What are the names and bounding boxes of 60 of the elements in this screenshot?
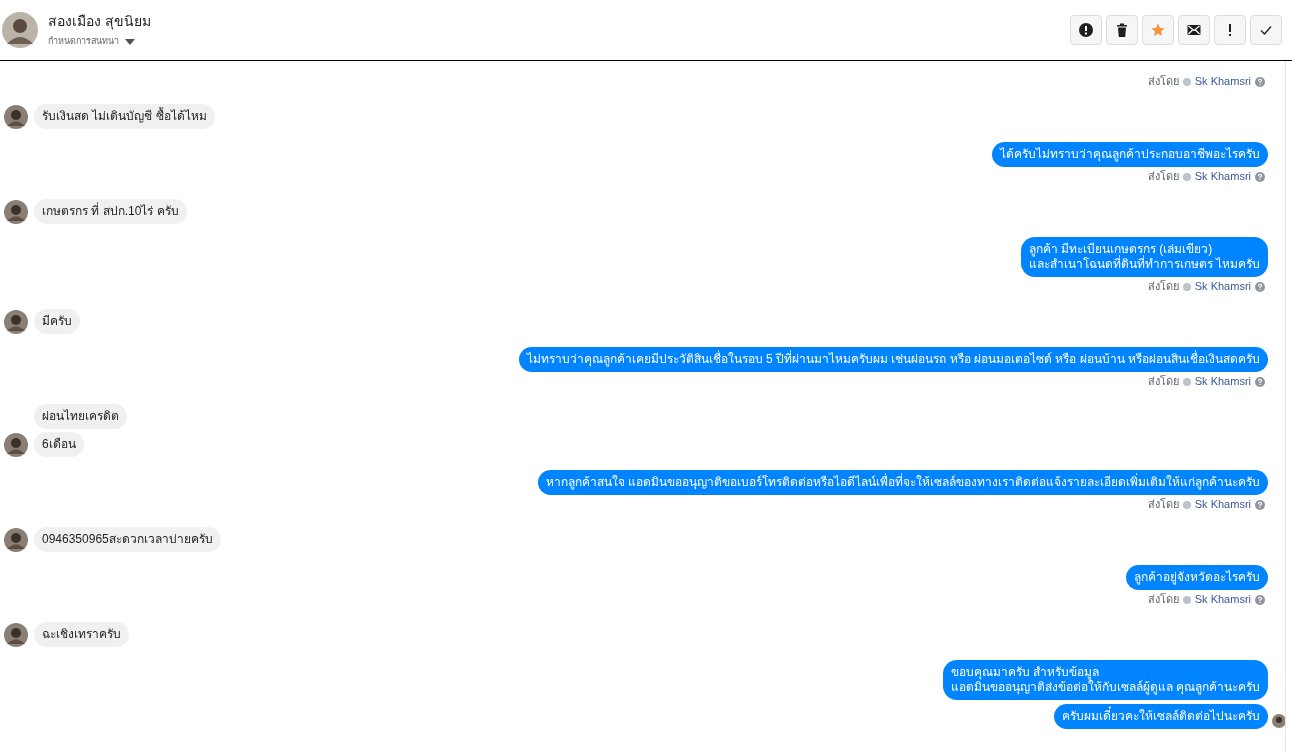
sent-by-label: ส่งโดย bbox=[1147, 75, 1179, 88]
seen-avatar bbox=[1272, 714, 1286, 728]
avatar bbox=[2, 12, 38, 48]
status-icon bbox=[1182, 282, 1191, 291]
message-bubble: ขอบคุณมาครับ สำหรับข้อมูล แอดมินขออนุญาติส่งข้อต่อให้กับเซลล์ผู้ดูแล คุณลูกค้านะครับ bbox=[942, 660, 1268, 700]
avatar bbox=[4, 623, 28, 647]
status-icon bbox=[1182, 500, 1191, 509]
check-icon bbox=[1259, 23, 1273, 37]
avatar bbox=[4, 528, 28, 552]
help-icon[interactable] bbox=[1255, 171, 1265, 182]
status-icon bbox=[1182, 172, 1191, 181]
help-icon[interactable] bbox=[1255, 376, 1265, 387]
alert-button[interactable] bbox=[1070, 15, 1102, 45]
trash-icon bbox=[1115, 23, 1129, 37]
message-bubble: ผ่อนไทยเครดิต bbox=[34, 404, 127, 429]
mail-button[interactable] bbox=[1178, 15, 1210, 45]
conversation-menu[interactable]: กำหนดการสนทนา bbox=[48, 35, 151, 49]
help-icon[interactable] bbox=[1255, 594, 1265, 605]
message-bubble: ลูกค้า มีทะเบียนเกษตรกร (เล่มเขียว) และสำเนาโฉนดที่ดินที่ทำการเกษตร ไหมครับ bbox=[1020, 237, 1268, 277]
message-bubble: มีครับ bbox=[34, 309, 80, 334]
sender-link[interactable]: Sk Khamsri bbox=[1194, 498, 1251, 511]
sender-link[interactable]: Sk Khamsri bbox=[1194, 375, 1251, 388]
message-bubble: เกษตรกร ที่ สปก.10ไร่ ครับ bbox=[34, 199, 187, 224]
check-button[interactable] bbox=[1250, 15, 1282, 45]
avatar bbox=[4, 433, 28, 457]
message-bubble: ฉะเชิงเทราครับ bbox=[34, 622, 129, 647]
message-bubble: ลูกค้าอยู่จังหวัดอะไรครับ bbox=[1126, 565, 1268, 590]
message-bubble: ไม่ทราบว่าคุณลูกค้าเคยมีประวัติสินเชื่อในรอบ 5 ปีที่ผ่านมาไหมครับผม เช่นผ่อนรถ หรือ ผ่อนมอเตอไซด์ หรือ ผ่อนบ้าน หรือผ่อนสินเชื่อเงินสดครับ bbox=[518, 347, 1268, 372]
message-bubble: ครับผมเดี๋ยวคะให้เซลล์ติดต่อไปนะครับ bbox=[1054, 704, 1268, 729]
message-bubble: หากลูกค้าสนใจ แอดมินขออนุญาติขอเบอร์โทรติดต่อหรือไอดีไลน์เพื่อที่จะให้เซลล์ของทางเราติดต่อแจ้งรายละเอียดเพิ่มเติมให้แก่ลูกค้านะครับ bbox=[537, 470, 1268, 495]
sent-by-label: ส่งโดย bbox=[1147, 170, 1179, 183]
sent-by-label: ส่งโดย bbox=[1147, 498, 1179, 511]
trash-button[interactable] bbox=[1106, 15, 1138, 45]
alert-icon bbox=[1079, 23, 1093, 37]
mail-icon bbox=[1187, 23, 1201, 37]
sender-link[interactable]: Sk Khamsri bbox=[1194, 75, 1251, 88]
sender-link[interactable]: Sk Khamsri bbox=[1194, 593, 1251, 606]
message-bubble: 6เดือน bbox=[34, 432, 84, 457]
sender-link[interactable]: Sk Khamsri bbox=[1194, 170, 1251, 183]
status-icon bbox=[1182, 595, 1191, 604]
avatar bbox=[4, 105, 28, 129]
message-bubble: 0946350965สะดวกเวลาบ่ายครับ bbox=[34, 527, 221, 552]
sent-by-label: ส่งโดย bbox=[1147, 375, 1179, 388]
sent-by-label: ส่งโดย bbox=[1147, 280, 1179, 293]
message-bubble: รับเงินสด ไม่เดินบัญชี ซื้อได้ไหม bbox=[34, 104, 215, 129]
status-icon bbox=[1182, 77, 1191, 86]
caret-icon bbox=[125, 39, 135, 45]
avatar bbox=[4, 200, 28, 224]
exclamation-button[interactable] bbox=[1214, 15, 1246, 45]
contact-name: สองเมือง สุขนิยม bbox=[48, 12, 151, 32]
sent-by-label: ส่งโดย bbox=[1147, 593, 1179, 606]
status-icon bbox=[1182, 377, 1191, 386]
avatar bbox=[4, 310, 28, 334]
sender-link[interactable]: Sk Khamsri bbox=[1194, 280, 1251, 293]
star-button[interactable] bbox=[1142, 15, 1174, 45]
help-icon[interactable] bbox=[1255, 76, 1265, 87]
star-icon bbox=[1151, 23, 1165, 37]
message-bubble: ได้ครับไม่ทราบว่าคุณลูกค้าประกอบอาชีพอะไรครับ bbox=[992, 142, 1268, 167]
help-icon[interactable] bbox=[1255, 499, 1265, 510]
help-icon[interactable] bbox=[1255, 281, 1265, 292]
